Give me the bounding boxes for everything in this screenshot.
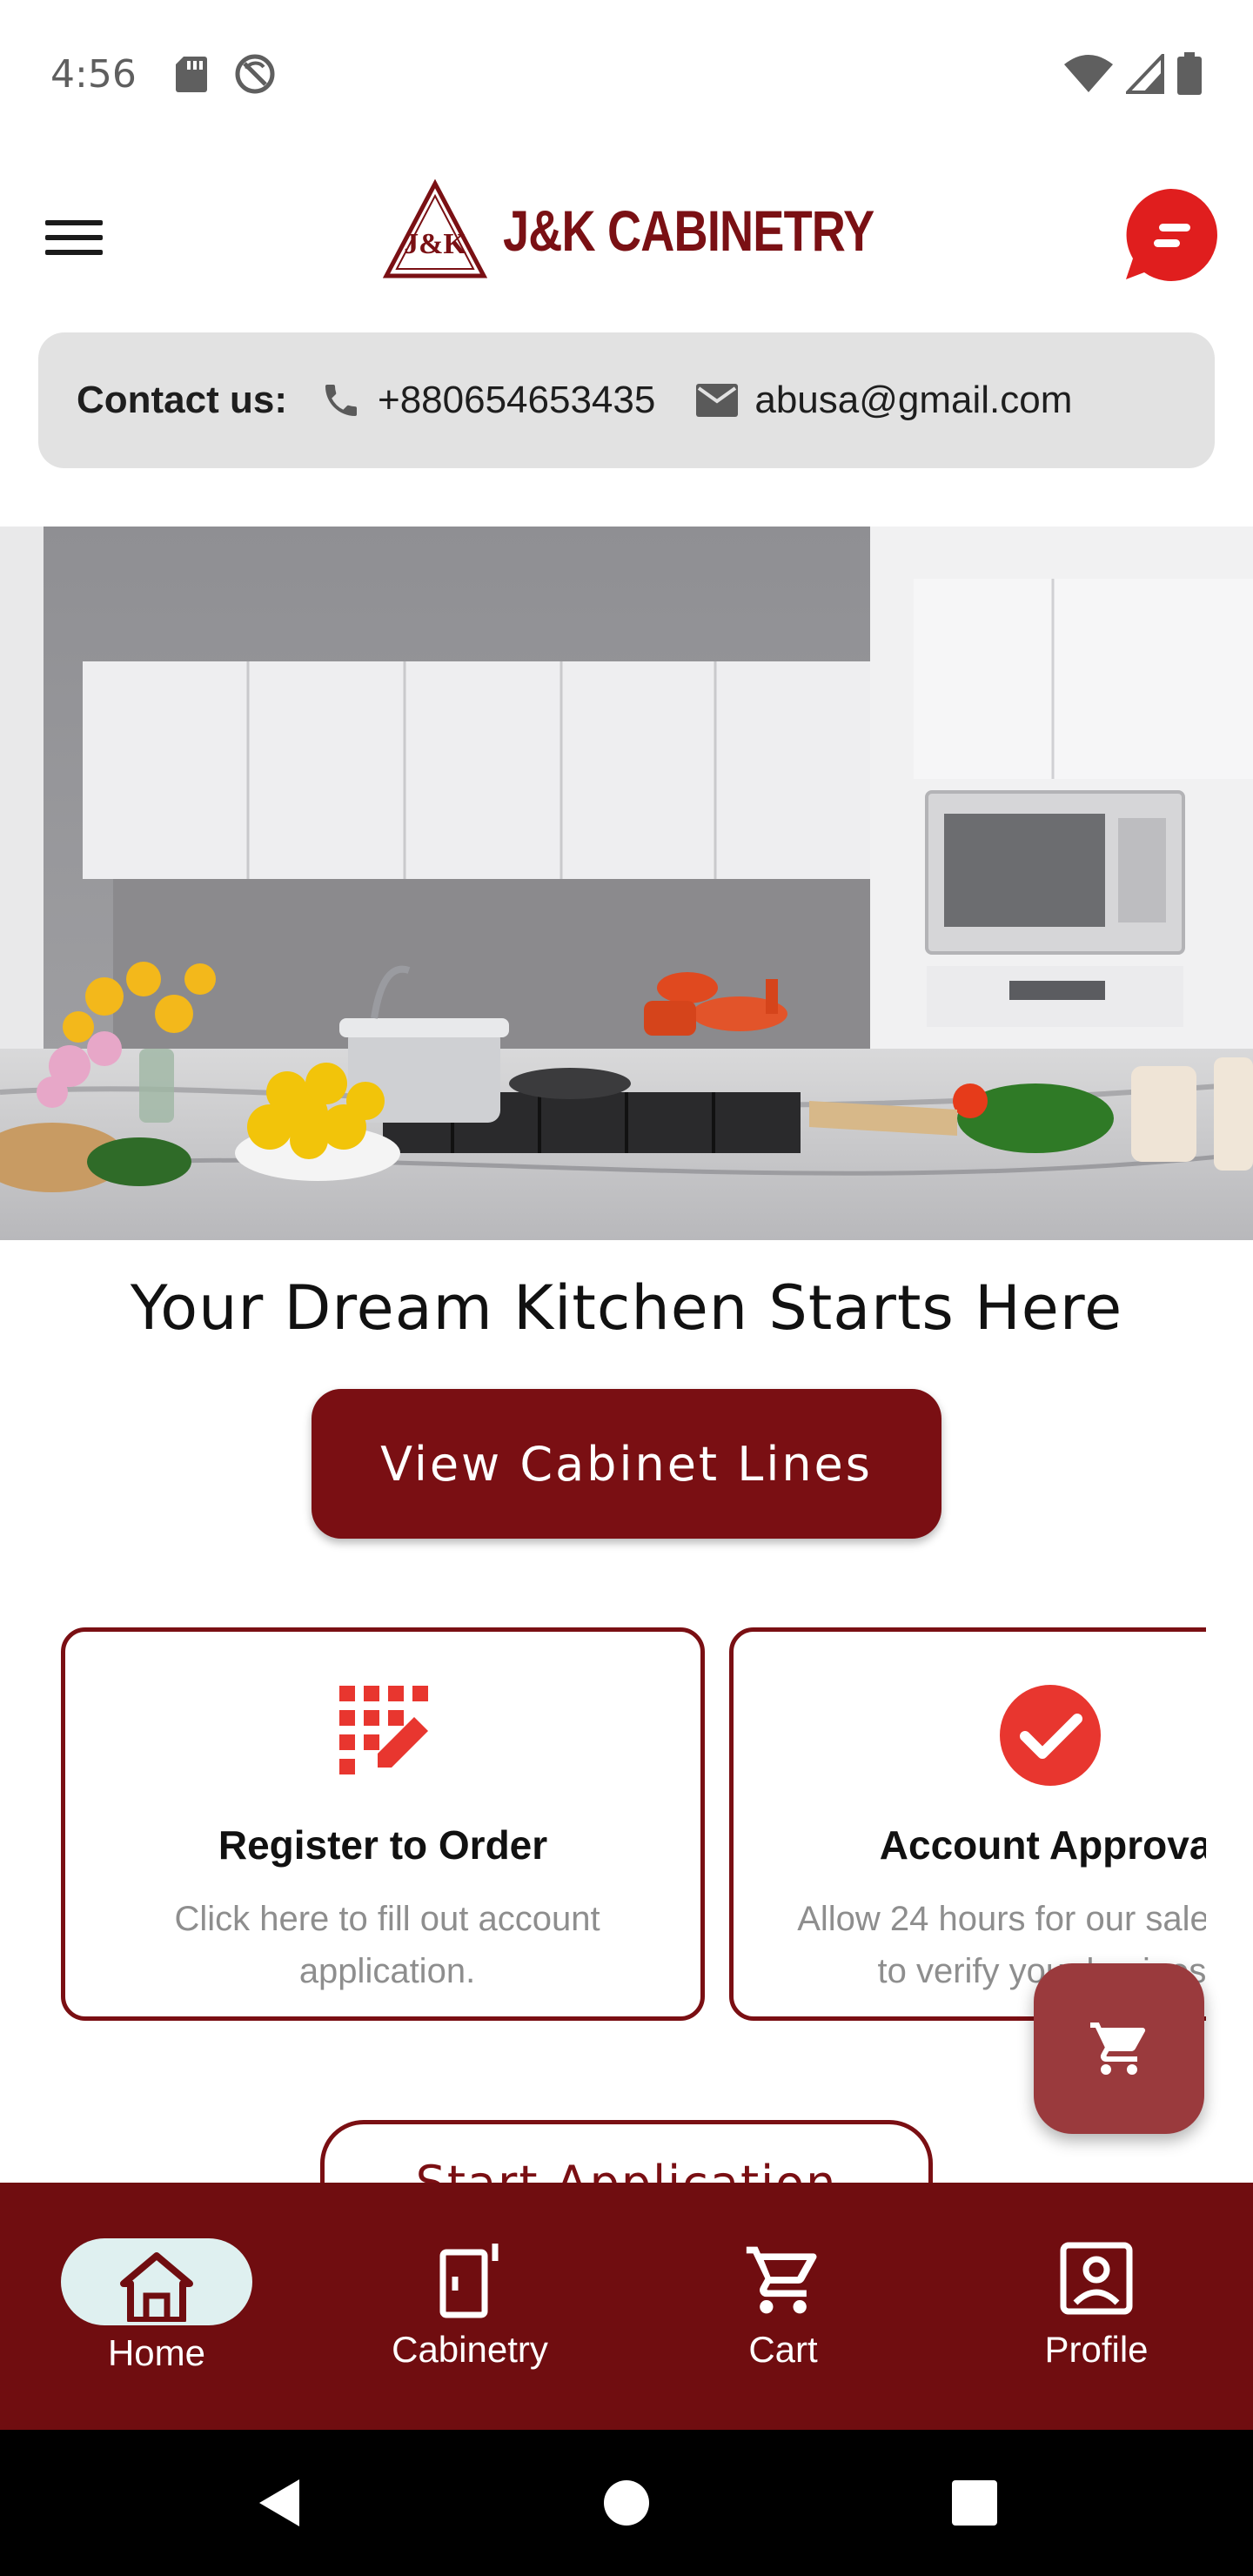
back-icon[interactable] <box>244 2430 313 2576</box>
contact-bar: Contact us: +880654653435 abusa@gmail.co… <box>38 332 1215 468</box>
step-card-title: Account Approval <box>879 1822 1206 1868</box>
status-bar: 4:56 <box>0 0 1253 148</box>
cell-signal-icon <box>1126 54 1164 94</box>
brand-logo[interactable]: J&K J&K CABINETRY <box>383 178 955 283</box>
home-circle-icon[interactable] <box>592 2430 661 2576</box>
nav-label: Cabinetry <box>392 2329 548 2370</box>
svg-text:J&K: J&K <box>404 228 466 260</box>
contact-email[interactable]: abusa@gmail.com <box>695 379 1072 422</box>
contact-label: Contact us: <box>77 379 287 421</box>
step-card-approval[interactable]: Account Approval Allow 24 hours for our … <box>729 1627 1206 2021</box>
check-circle-icon <box>1000 1685 1101 1786</box>
nav-label: Profile <box>1044 2329 1149 2370</box>
nav-item-cabinetry[interactable]: Cabinetry <box>313 2183 626 2430</box>
nav-item-home[interactable]: Home <box>0 2183 313 2430</box>
register-grid-edit-icon <box>339 1686 428 1774</box>
do-not-disturb-icon <box>235 54 275 94</box>
chat-bubble-icon[interactable] <box>1122 187 1218 283</box>
wifi-icon <box>1064 55 1113 92</box>
system-navigation-bar <box>0 2430 1253 2576</box>
email-icon <box>696 384 739 417</box>
cart-icon <box>1090 2023 1146 2075</box>
cabinet-icon <box>439 2244 499 2318</box>
nav-item-profile[interactable]: Profile <box>940 2183 1253 2430</box>
app-header: J&K J&K CABINETRY <box>0 170 1253 300</box>
battery-icon <box>1177 52 1202 95</box>
cart-icon <box>746 2246 817 2314</box>
hero-kitchen-image <box>0 527 1253 1240</box>
phone-icon <box>325 385 357 416</box>
steps-carousel[interactable]: Register to Order Click here to fill out… <box>0 1619 1206 2028</box>
step-card-register[interactable]: Register to Order Click here to fill out… <box>61 1627 705 2021</box>
home-icon <box>120 2252 193 2322</box>
hamburger-menu-icon[interactable] <box>45 203 124 272</box>
contact-phone[interactable]: +880654653435 <box>320 379 655 422</box>
recents-square-icon[interactable] <box>940 2430 1009 2576</box>
status-time: 4:56 <box>50 51 137 97</box>
logo-mark-icon: J&K <box>383 178 487 278</box>
step-card-description: Click here to fill out account applicati… <box>174 1900 600 1990</box>
view-cabinet-lines-button[interactable]: View Cabinet Lines <box>312 1389 941 1539</box>
profile-icon <box>1060 2242 1133 2315</box>
sd-card-icon <box>175 57 207 92</box>
contact-phone-text: +880654653435 <box>378 379 656 421</box>
floating-cart-button[interactable] <box>1034 1963 1204 2134</box>
contact-email-text: abusa@gmail.com <box>754 379 1073 421</box>
brand-logo-text: J&K CABINETRY <box>503 198 874 263</box>
bottom-navigation: Home Cabinetry Cart Profile <box>0 2183 1253 2430</box>
step-card-title: Register to Order <box>218 1822 548 1868</box>
status-left-icons <box>175 53 276 95</box>
hero-tagline: Your Dream Kitchen Starts Here <box>130 1272 1123 1344</box>
nav-label: Home <box>107 2332 206 2373</box>
status-right-icons <box>1063 52 1203 96</box>
nav-label: Cart <box>748 2329 818 2370</box>
app-screen: 4:56 J&K J&K CABINETRY Contact us: +8806… <box>0 0 1253 2576</box>
nav-item-cart[interactable]: Cart <box>626 2183 940 2430</box>
